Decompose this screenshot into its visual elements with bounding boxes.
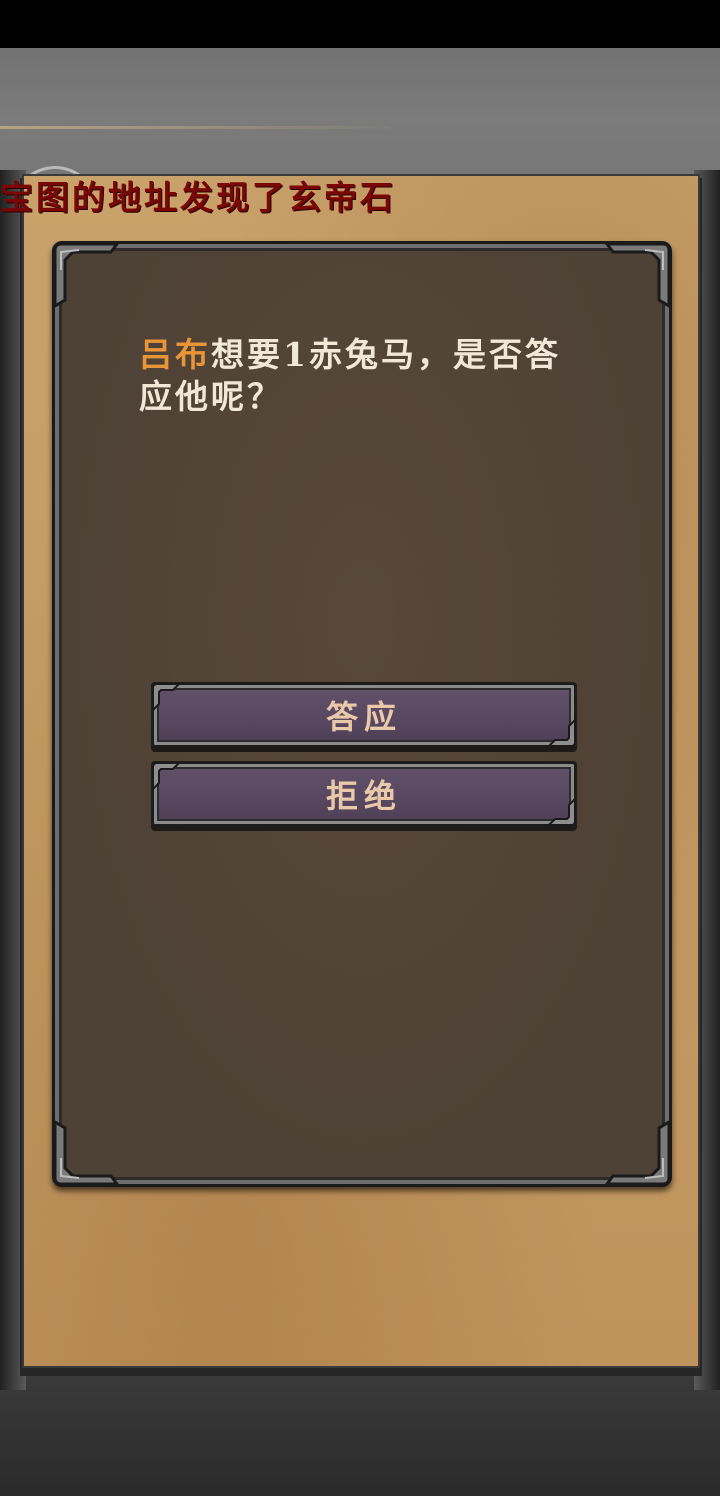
accept-button-label: 答应	[325, 698, 402, 736]
button-corner-ornament	[547, 797, 576, 826]
button-corner-ornament	[547, 718, 576, 747]
button-corner-ornament	[152, 683, 181, 712]
accept-button[interactable]: 答应	[151, 682, 577, 748]
dialog-corner-ornament	[53, 1119, 120, 1186]
reject-button-label: 拒绝	[325, 777, 402, 815]
request-dialog: 吕布想要1赤兔马，是否答应他呢？ 答应 拒绝	[52, 241, 672, 1187]
status-bar	[0, 0, 720, 48]
dialog-message: 吕布想要1赤兔马，是否答应他呢？	[139, 334, 579, 418]
dialog-corner-ornament	[604, 1119, 671, 1186]
scrolling-announcement: 宝图的地址发现了玄帝石	[0, 178, 396, 217]
dialog-corner-ornament	[53, 242, 120, 309]
game-screen: 宝图的地址发现了玄帝石 吕布想要1赤兔马，是否答应他呢？ 答应 拒绝	[0, 0, 720, 1496]
reject-button[interactable]: 拒绝	[151, 761, 577, 827]
background-line	[0, 126, 390, 129]
dialog-corner-ornament	[604, 242, 671, 309]
speaker-name: 吕布	[139, 335, 211, 374]
left-frame-shadow	[0, 170, 26, 1390]
button-corner-ornament	[152, 762, 181, 791]
